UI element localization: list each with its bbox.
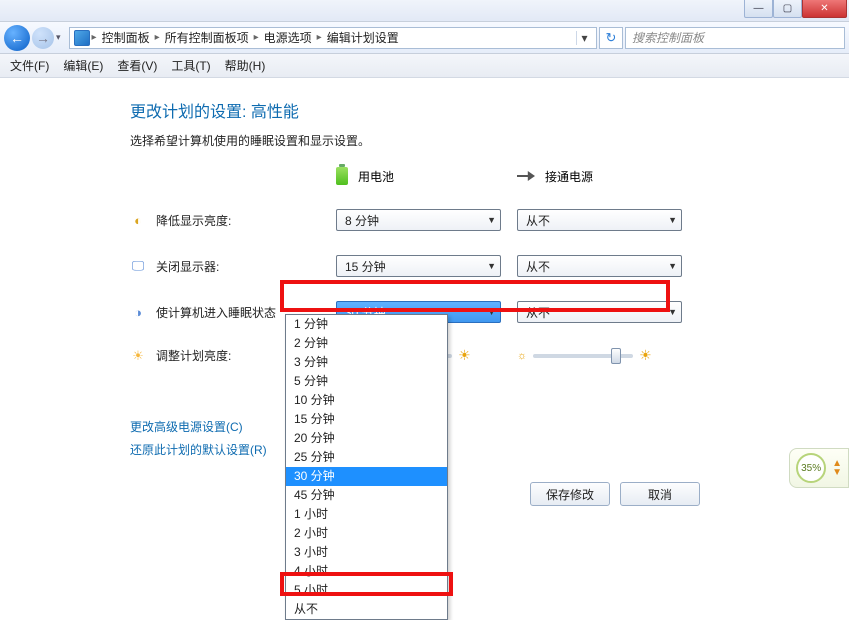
content-area: 更改计划的设置: 高性能 选择希望计算机使用的睡眠设置和显示设置。 用电池 接通… — [0, 78, 849, 598]
window-controls: — ▢ ✕ — [744, 0, 847, 18]
plug-icon — [517, 171, 535, 181]
nav-bar: ← → ▾ ▸ 控制面板 ▸ 所有控制面板项 ▸ 电源选项 ▸ 编辑计划设置 ▾… — [0, 22, 849, 54]
dim-plugged-select[interactable]: 从不▼ — [517, 209, 682, 231]
menu-edit[interactable]: 编辑(E) — [57, 55, 109, 76]
arrow-down-icon[interactable]: ▼ — [832, 468, 842, 477]
percent-circle: 35% — [796, 453, 826, 483]
column-label: 接通电源 — [545, 168, 593, 185]
sleep-dropdown-list[interactable]: 1 分钟2 分钟3 分钟5 分钟10 分钟15 分钟20 分钟25 分钟30 分… — [285, 314, 448, 620]
chevron-down-icon: ▼ — [668, 215, 677, 225]
breadcrumb[interactable]: 电源选项 — [261, 29, 315, 46]
brightness-icon: ☀ — [130, 348, 146, 364]
dropdown-option[interactable]: 3 分钟 — [286, 353, 447, 372]
save-button[interactable]: 保存修改 — [530, 482, 610, 506]
dropdown-option[interactable]: 3 小时 — [286, 543, 447, 562]
restore-defaults-link[interactable]: 还原此计划的默认设置(R) — [130, 441, 849, 458]
breadcrumb[interactable]: 控制面板 — [99, 29, 153, 46]
page-subtitle: 选择希望计算机使用的睡眠设置和显示设置。 — [130, 132, 849, 149]
back-button[interactable]: ← — [4, 25, 30, 51]
page-title: 更改计划的设置: 高性能 — [130, 98, 849, 122]
chevron-right-icon: ▸ — [92, 32, 97, 43]
chevron-down-icon: ▼ — [668, 261, 677, 271]
menu-tools[interactable]: 工具(T) — [165, 55, 216, 76]
advanced-settings-link[interactable]: 更改高级电源设置(C) — [130, 418, 849, 435]
menu-view[interactable]: 查看(V) — [111, 55, 163, 76]
dropdown-option[interactable]: 30 分钟 — [286, 467, 447, 486]
chevron-down-icon: ▼ — [487, 215, 496, 225]
dim-icon: ◐ — [130, 212, 146, 228]
column-header-battery: 用电池 — [336, 167, 501, 185]
dropdown-option[interactable]: 1 分钟 — [286, 315, 447, 334]
dropdown-option[interactable]: 15 分钟 — [286, 410, 447, 429]
column-header-plugged: 接通电源 — [517, 168, 682, 185]
settings-grid: 用电池 接通电源 ◐ 降低显示亮度: 8 分钟▼ 从不▼ 🖵 关闭显示器: 15… — [130, 167, 849, 364]
menu-file[interactable]: 文件(F) — [4, 55, 55, 76]
dropdown-option[interactable]: 20 分钟 — [286, 429, 447, 448]
chevron-right-icon: ▸ — [155, 32, 160, 43]
dropdown-option[interactable]: 2 小时 — [286, 524, 447, 543]
dropdown-option[interactable]: 2 分钟 — [286, 334, 447, 353]
dropdown-option[interactable]: 5 小时 — [286, 581, 447, 600]
breadcrumb[interactable]: 编辑计划设置 — [324, 29, 402, 46]
refresh-button[interactable]: ↻ — [599, 27, 623, 49]
title-bar: — ▢ ✕ — [0, 0, 849, 22]
monitor-icon: 🖵 — [130, 258, 146, 274]
dropdown-option[interactable]: 5 分钟 — [286, 372, 447, 391]
links: 更改高级电源设置(C) 还原此计划的默认设置(R) — [130, 418, 849, 458]
percent-widget[interactable]: 35% ▲ ▼ — [789, 448, 849, 488]
dropdown-option[interactable]: 25 分钟 — [286, 448, 447, 467]
sleep-plugged-select[interactable]: 从不▼ — [517, 301, 682, 323]
row-off-label: 🖵 关闭显示器: — [130, 258, 320, 275]
battery-icon — [336, 167, 348, 185]
sleep-icon: ◑ — [130, 304, 146, 320]
dropdown-option[interactable]: 4 小时 — [286, 562, 447, 581]
dropdown-option[interactable]: 1 小时 — [286, 505, 447, 524]
sun-small-icon: ☼ — [517, 350, 527, 362]
close-button[interactable]: ✕ — [802, 0, 847, 18]
menu-bar: 文件(F) 编辑(E) 查看(V) 工具(T) 帮助(H) — [0, 54, 849, 78]
search-input[interactable]: 搜索控制面板 — [625, 27, 845, 49]
dim-battery-select[interactable]: 8 分钟▼ — [336, 209, 501, 231]
off-battery-select[interactable]: 15 分钟▼ — [336, 255, 501, 277]
brightness-plugged-slider[interactable]: ☼ ☀ — [517, 347, 682, 364]
off-plugged-select[interactable]: 从不▼ — [517, 255, 682, 277]
chevron-right-icon: ▸ — [317, 32, 322, 43]
chevron-down-icon: ▼ — [487, 261, 496, 271]
slider-thumb[interactable] — [611, 348, 621, 364]
history-dropdown[interactable]: ▾ — [56, 32, 61, 43]
dropdown-option[interactable]: 45 分钟 — [286, 486, 447, 505]
dropdown-option[interactable]: 从不 — [286, 600, 447, 619]
maximize-button[interactable]: ▢ — [773, 0, 802, 18]
address-bar[interactable]: ▸ 控制面板 ▸ 所有控制面板项 ▸ 电源选项 ▸ 编辑计划设置 ▾ — [69, 27, 597, 49]
address-dropdown[interactable]: ▾ — [576, 31, 592, 45]
action-buttons: 保存修改 取消 — [530, 482, 700, 506]
sun-large-icon: ☀ — [639, 347, 652, 364]
column-label: 用电池 — [358, 168, 394, 185]
menu-help[interactable]: 帮助(H) — [219, 55, 272, 76]
chevron-down-icon: ▼ — [668, 307, 677, 317]
chevron-right-icon: ▸ — [254, 32, 259, 43]
slider-track[interactable] — [533, 354, 633, 358]
row-dim-label: ◐ 降低显示亮度: — [130, 212, 320, 229]
control-panel-icon — [74, 30, 90, 46]
chevron-down-icon: ▼ — [487, 307, 496, 317]
forward-button[interactable]: → — [32, 27, 54, 49]
dropdown-option[interactable]: 10 分钟 — [286, 391, 447, 410]
sun-large-icon: ☀ — [458, 347, 471, 364]
breadcrumb[interactable]: 所有控制面板项 — [162, 29, 252, 46]
cancel-button[interactable]: 取消 — [620, 482, 700, 506]
minimize-button[interactable]: — — [744, 0, 773, 18]
